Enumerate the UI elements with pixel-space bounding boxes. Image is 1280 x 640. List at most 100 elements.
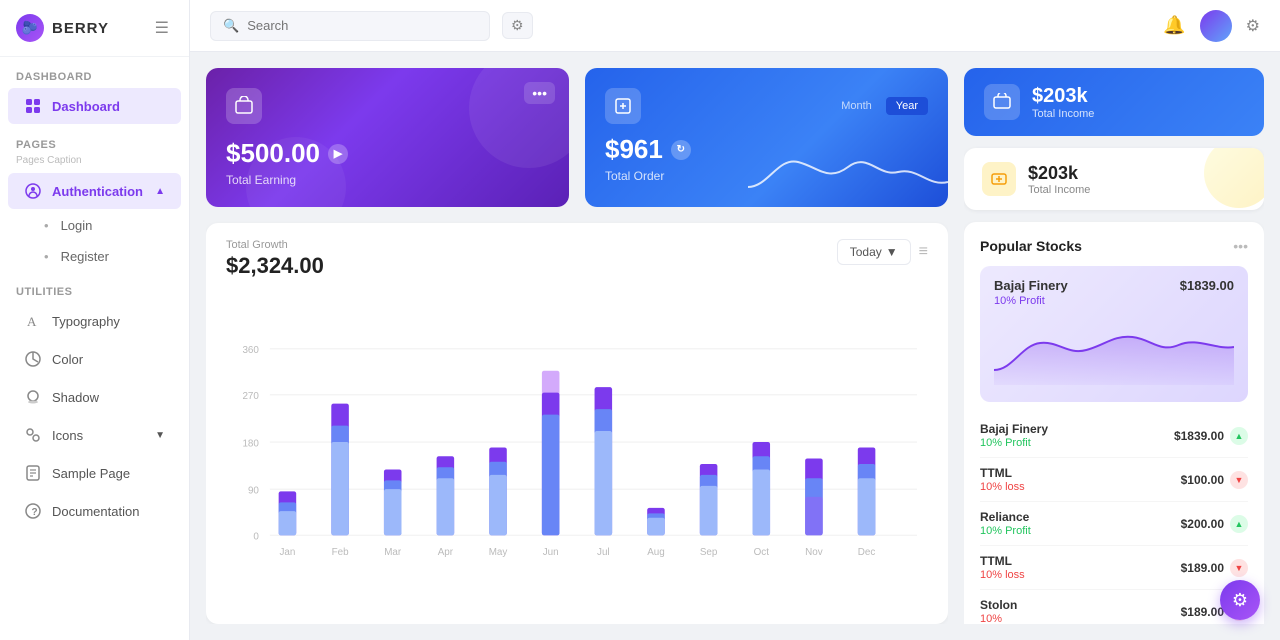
dashboard-icon [24, 97, 42, 115]
header-right: 🔔 ⚙ [1163, 10, 1260, 42]
svg-text:Dec: Dec [858, 547, 876, 558]
svg-text:May: May [489, 547, 508, 558]
settings-button[interactable]: ⚙ [1246, 16, 1260, 36]
stock-ttml2-right: $189.00 ▼ [1181, 559, 1248, 577]
income2-decoration [1204, 148, 1264, 208]
icons-chevron-icon: ▼ [155, 430, 165, 441]
icons-icon [24, 426, 42, 444]
featured-stock-info: Bajaj Finery 10% Profit [994, 278, 1068, 307]
svg-text:270: 270 [242, 391, 259, 402]
pages-caption: Pages Caption [0, 155, 189, 172]
content-area: ••• $500.00 ▶ Total Earning [190, 52, 1280, 640]
stock-bajaj-info: Bajaj Finery 10% Profit [980, 422, 1048, 449]
authentication-label: Authentication [52, 184, 143, 199]
stock-row-ttml1: TTML 10% loss $100.00 ▼ [980, 458, 1248, 502]
notification-button[interactable]: 🔔 [1163, 15, 1185, 36]
avatar[interactable] [1200, 10, 1232, 42]
income-secondary-card: $203k Total Income [964, 148, 1264, 210]
income2-text: $203k Total Income [1028, 163, 1090, 196]
arrow-up-icon: ▲ [1230, 427, 1248, 445]
search-box: 🔍 [210, 11, 490, 41]
sample-page-label: Sample Page [52, 466, 130, 481]
income2-amount: $203k [1028, 163, 1090, 184]
icons-label: Icons [52, 428, 83, 443]
main-area: 🔍 ⚙ 🔔 ⚙ ••• $500.00 ▶ [190, 0, 1280, 640]
menu-toggle-button[interactable]: ☰ [151, 16, 173, 40]
chart-controls: Today ▼ ≡ [837, 239, 928, 265]
sidebar-item-dashboard[interactable]: Dashboard [8, 88, 181, 124]
svg-text:180: 180 [242, 438, 259, 449]
stock-row-ttml2: TTML 10% loss $189.00 ▼ [980, 546, 1248, 590]
top-cards: ••• $500.00 ▶ Total Earning [206, 68, 948, 207]
content-right: $203k Total Income $203k Total Income Po… [964, 68, 1264, 624]
authentication-chevron-icon: ▲ [155, 186, 165, 197]
sidebar-item-shadow[interactable]: Shadow [8, 379, 181, 415]
chart-amount: $2,324.00 [226, 253, 324, 279]
earning-trend-icon: ▶ [328, 144, 348, 164]
income-top-amount: $203k [1032, 85, 1094, 108]
header: 🔍 ⚙ 🔔 ⚙ [190, 0, 1280, 52]
stock-row-stolon: Stolon 10% $189.00 ▼ [980, 590, 1248, 624]
fab-button[interactable]: ⚙ [1220, 580, 1260, 620]
typography-icon: A [24, 312, 42, 330]
arrow-down-icon-2: ▼ [1230, 559, 1248, 577]
chart-title: Total Growth [226, 239, 324, 251]
pages-section-label: Pages [0, 125, 189, 155]
stocks-header: Popular Stocks ••• [980, 238, 1248, 254]
month-button[interactable]: Month [831, 97, 882, 115]
stocks-menu-button[interactable]: ••• [1233, 238, 1248, 254]
svg-text:90: 90 [248, 486, 259, 497]
search-input[interactable] [247, 18, 447, 33]
bar-chart-svg: 360 270 180 90 0 [226, 287, 928, 608]
stock-row-reliance: Reliance 10% Profit $200.00 ▲ [980, 502, 1248, 546]
dropdown-icon: ▼ [886, 245, 898, 259]
sidebar-item-sample-page[interactable]: Sample Page [8, 455, 181, 491]
today-button[interactable]: Today ▼ [837, 239, 911, 265]
sidebar-item-typography[interactable]: A Typography [8, 303, 181, 339]
featured-stock-price: $1839.00 [1180, 278, 1234, 293]
shadow-label: Shadow [52, 390, 99, 405]
growth-chart-card: Total Growth $2,324.00 Today ▼ ≡ [206, 223, 948, 624]
svg-text:Jun: Jun [543, 547, 559, 558]
login-label: Login [61, 218, 93, 233]
filter-button[interactable]: ⚙ [502, 12, 533, 39]
stock-bajaj-right: $1839.00 ▲ [1174, 427, 1248, 445]
year-button[interactable]: Year [886, 97, 928, 115]
svg-text:360: 360 [242, 345, 259, 356]
arrow-up-icon-2: ▲ [1230, 515, 1248, 533]
authentication-icon [24, 182, 42, 200]
svg-text:Jan: Jan [279, 547, 295, 558]
logo-area: 🫐 BERRY ☰ [0, 0, 189, 57]
sidebar: 🫐 BERRY ☰ Dashboard Dashboard Pages Page… [0, 0, 190, 640]
featured-stock: Bajaj Finery 10% Profit $1839.00 [980, 266, 1248, 402]
chart-menu-button[interactable]: ≡ [919, 243, 928, 261]
arrow-down-icon: ▼ [1230, 471, 1248, 489]
earning-icon-box [226, 88, 262, 124]
documentation-icon: ? [24, 502, 42, 520]
svg-text:Aug: Aug [647, 547, 665, 558]
sidebar-item-authentication[interactable]: Authentication ▲ [8, 173, 181, 209]
sidebar-item-login[interactable]: Login [8, 211, 181, 240]
popular-stocks-card: Popular Stocks ••• Bajaj Finery 10% Prof… [964, 222, 1264, 624]
sidebar-item-icons[interactable]: Icons ▼ [8, 417, 181, 453]
stock-reliance-right: $200.00 ▲ [1181, 515, 1248, 533]
income-top-text: $203k Total Income [1032, 85, 1094, 120]
featured-stock-name: Bajaj Finery [994, 278, 1068, 293]
svg-text:?: ? [32, 507, 38, 518]
chart-title-area: Total Growth $2,324.00 [226, 239, 324, 279]
earning-label: Total Earning [226, 173, 549, 187]
sidebar-item-register[interactable]: Register [8, 242, 181, 271]
sidebar-item-color[interactable]: Color [8, 341, 181, 377]
content-left: ••• $500.00 ▶ Total Earning [206, 68, 948, 624]
earning-menu-button[interactable]: ••• [524, 82, 555, 104]
featured-stock-chart [994, 315, 1234, 385]
svg-text:Oct: Oct [754, 547, 770, 558]
sidebar-item-documentation[interactable]: ? Documentation [8, 493, 181, 529]
earning-card: ••• $500.00 ▶ Total Earning [206, 68, 569, 207]
stocks-title: Popular Stocks [980, 238, 1082, 254]
bar-chart-area: 360 270 180 90 0 [226, 287, 928, 608]
chart-header: Total Growth $2,324.00 Today ▼ ≡ [226, 239, 928, 279]
svg-text:Nov: Nov [805, 547, 823, 558]
utilities-section-label: Utilities [0, 272, 189, 302]
featured-stock-top: Bajaj Finery 10% Profit $1839.00 [994, 278, 1234, 307]
